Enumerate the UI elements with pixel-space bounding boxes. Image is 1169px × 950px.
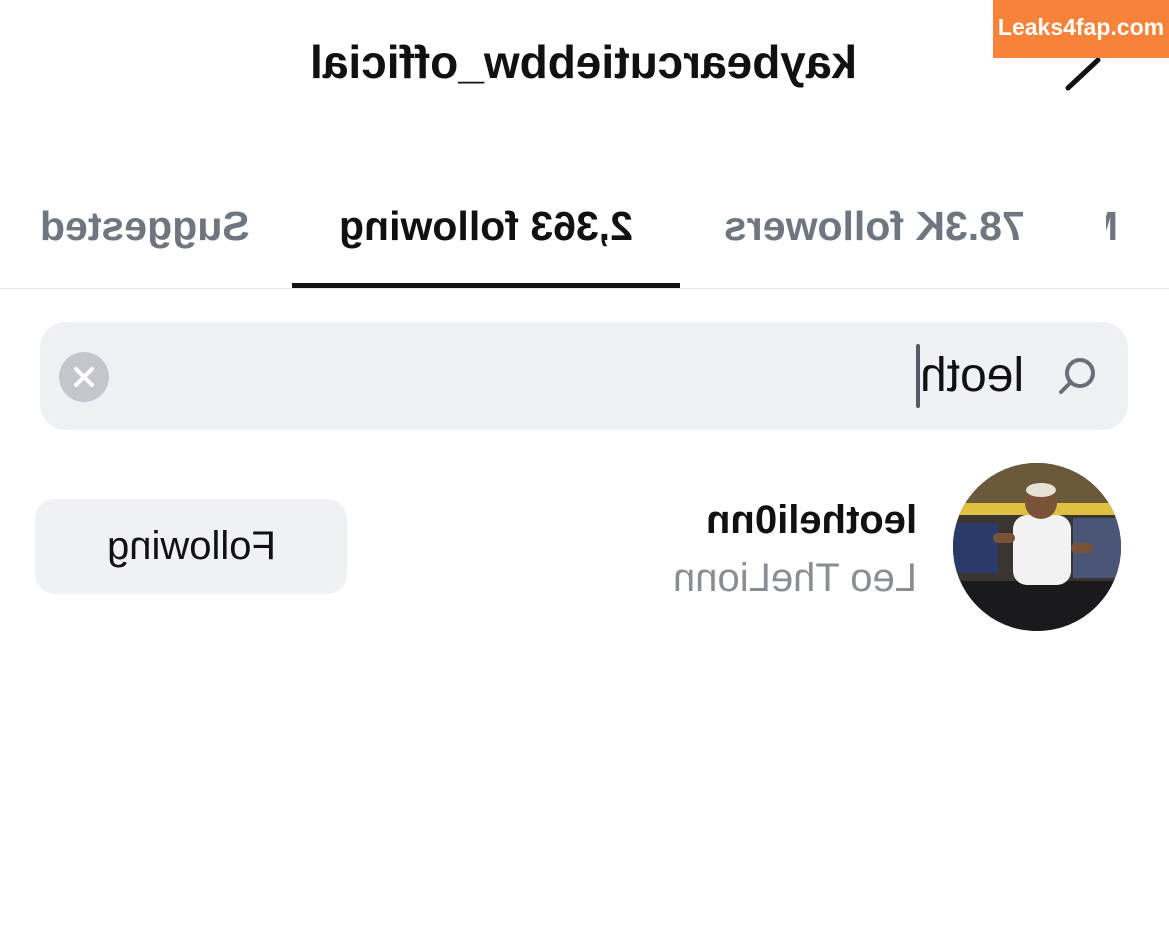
search-query: leoth [920, 344, 1024, 408]
tab-label: Mutual [1106, 198, 1118, 254]
tab-suggested[interactable]: Suggested [20, 198, 270, 254]
divider [0, 288, 1169, 289]
tab-mutual[interactable]: Mutual [1106, 198, 1169, 254]
tab-label: 78.3K followers [723, 203, 1025, 249]
tab-following[interactable]: 2,363 following [292, 198, 680, 254]
search-query-text: leoth [920, 349, 1025, 402]
result-username: leotheli0nn [600, 495, 917, 545]
close-icon [74, 367, 94, 387]
search-icon [1059, 358, 1095, 394]
clear-search-button[interactable] [59, 352, 109, 402]
tab-label: Suggested [40, 203, 250, 249]
avatar-photo [953, 463, 1121, 631]
tab-followers[interactable]: 78.3K followers [710, 198, 1038, 254]
following-list-screen: kaybearcutiebbw_official Leaks4fap.com M… [0, 0, 1169, 950]
tab-label: 2,363 following [339, 203, 633, 249]
following-button-label: Following [106, 524, 276, 568]
list-item[interactable]: Following leotheli0nn Leo TheLionn [0, 460, 1169, 635]
result-display-name: Leo TheLionn [600, 553, 917, 603]
watermark-text: Leaks4fap.com [997, 14, 1165, 40]
tab-bar: Mutual 78.3K followers 2,363 following S… [0, 180, 1169, 290]
avatar[interactable] [953, 463, 1121, 631]
profile-username-title: kaybearcutiebbw_official [310, 36, 858, 88]
page-title: kaybearcutiebbw_official [292, 34, 876, 90]
following-button[interactable]: Following [35, 499, 347, 594]
watermark-banner: Leaks4fap.com [993, 0, 1169, 58]
search-input[interactable]: leoth [40, 322, 1128, 430]
display-name-text: Leo TheLionn [673, 556, 917, 600]
username-text: leotheli0nn [705, 498, 917, 542]
